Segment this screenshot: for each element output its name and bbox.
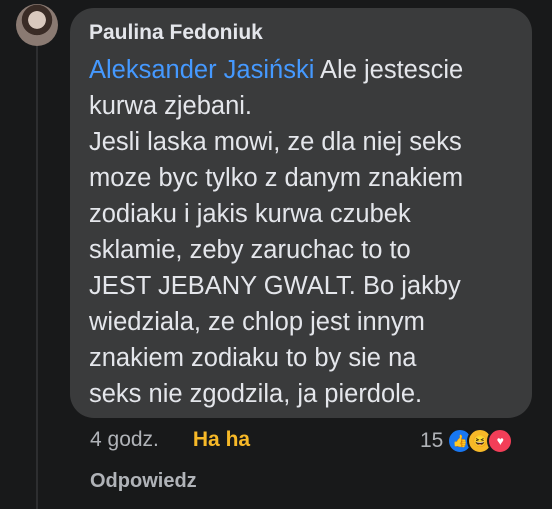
comment-body: Ale jestescie kurwa zjebani. Jesli laska…: [89, 56, 464, 408]
mention-link[interactable]: Aleksander Jasiński: [89, 56, 314, 84]
comment-bubble: Paulina Fedoniuk Aleksander Jasiński Ale…: [70, 8, 532, 418]
comment-meta: 4 godz. Ha ha: [90, 428, 250, 452]
reaction-button[interactable]: Ha ha: [193, 428, 250, 452]
comment-author[interactable]: Paulina Fedoniuk: [89, 20, 514, 46]
reply-button[interactable]: Odpowiedz: [90, 470, 197, 493]
reaction-summary[interactable]: 15 👍 😆 ♥: [420, 428, 514, 454]
avatar[interactable]: [16, 4, 58, 46]
comment-timestamp[interactable]: 4 godz.: [90, 428, 159, 452]
comment-text: Aleksander Jasiński Ale jestescie kurwa …: [89, 52, 514, 412]
reaction-icons: 👍 😆 ♥: [447, 428, 514, 454]
thread-line: [36, 46, 38, 509]
reaction-count: 15: [420, 429, 444, 452]
love-icon: ♥: [487, 428, 514, 454]
